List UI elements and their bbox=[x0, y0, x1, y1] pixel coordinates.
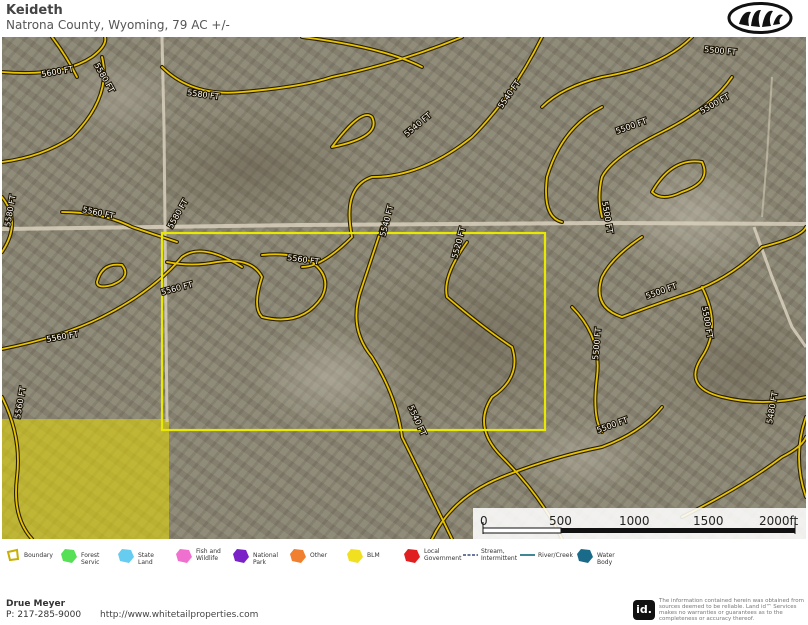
legend-item-blm: BLM bbox=[346, 548, 380, 568]
contour-elevation-label: 5540 FT bbox=[496, 78, 522, 110]
legend-item-river-creek: River/Creek bbox=[520, 548, 573, 568]
stream-intermittent-icon bbox=[463, 554, 478, 556]
contour-elevation-label: 5560 FT bbox=[46, 329, 79, 343]
contour-elevation-label: 5600 FT bbox=[41, 64, 74, 78]
legend-label: Local Government bbox=[424, 548, 462, 562]
legend-item-boundary: Boundary bbox=[6, 548, 53, 568]
contour-elevation-label: 5560 FT bbox=[287, 253, 320, 266]
scale-tick-label: 1500 bbox=[693, 514, 724, 528]
legend-item-state-land: State Land bbox=[117, 548, 154, 568]
contour-elevation-label: 5540 FT bbox=[403, 111, 434, 139]
map-overlay: 5600 FT 5580 FT5580 FT 5540 FT5540 FT5500 … bbox=[2, 37, 806, 539]
land-id-logo-icon: id. bbox=[633, 600, 655, 620]
national-park-icon bbox=[233, 549, 249, 563]
other-icon bbox=[290, 549, 306, 563]
legend-label: Boundary bbox=[24, 552, 53, 559]
contour-elevation-label: 5560 FT bbox=[82, 205, 116, 221]
scale-bar: 0 500 1000 1500 2000ft bbox=[473, 508, 806, 539]
contour-elevation-label: 5560 FT bbox=[13, 386, 27, 419]
disclaimer-text: The information contained herein was obt… bbox=[659, 598, 804, 622]
contour-elevation-label: 5500 FT bbox=[615, 116, 648, 136]
legend-item-other: Other bbox=[289, 548, 327, 568]
contour-elevation-label: 5500 FT bbox=[591, 327, 603, 360]
page-subtitle: Natrona County, Wyoming, 79 AC +/- bbox=[6, 18, 230, 32]
whitetail-logo-icon bbox=[727, 2, 793, 34]
contour-elevation-label: 5540 FT bbox=[406, 404, 428, 437]
map-legend: Boundary Forest Servic State Land Fish a… bbox=[0, 542, 808, 570]
contour-elevation-label: 5500 FT bbox=[704, 45, 737, 57]
legend-item-water-body: Water Body bbox=[576, 548, 615, 568]
header: Keideth Natrona County, Wyoming, 79 AC +… bbox=[0, 0, 808, 37]
fish-wildlife-icon bbox=[176, 549, 192, 563]
road-northeast bbox=[761, 76, 773, 218]
legend-label: Other bbox=[310, 552, 328, 559]
boundary-icon bbox=[6, 548, 20, 562]
water-body-icon bbox=[577, 549, 593, 563]
agent-phone: P: 217-285-9000 bbox=[6, 610, 82, 620]
map-view[interactable]: 5600 FT 5580 FT 5580 FT 5540 FT 5540 FT 5500 … bbox=[2, 37, 806, 539]
legend-item-national-park: National Park bbox=[232, 548, 278, 568]
legend-item-fish-wildlife: Fish and Wildlife bbox=[175, 548, 221, 568]
legend-item-stream-intermittent: Stream, Intermittent bbox=[463, 548, 517, 568]
legend-label: National Park bbox=[253, 552, 279, 566]
legend-item-local-government: Local Government bbox=[403, 548, 461, 568]
agent-name: Drue Meyer bbox=[6, 599, 66, 609]
scale-tick-label: 2000ft bbox=[759, 514, 799, 528]
scale-tick-label: 500 bbox=[549, 514, 572, 528]
local-government-icon bbox=[404, 549, 420, 563]
legend-item-forest-service: Forest Servic bbox=[60, 548, 99, 568]
contour-elevation-label: 5480 FT bbox=[765, 391, 779, 424]
blm-icon bbox=[347, 549, 363, 563]
legend-label: Stream, Intermittent bbox=[481, 548, 518, 562]
contour-labels: 5600 FT 5580 FT5580 FT 5540 FT5540 FT5500 … bbox=[2, 44, 781, 438]
legend-label: Fish and Wildlife bbox=[196, 548, 221, 562]
page-title: Keideth bbox=[6, 3, 63, 18]
forest-service-icon bbox=[61, 549, 77, 563]
legend-label: BLM bbox=[367, 552, 380, 559]
contour-elevation-label: 5500 FT bbox=[596, 415, 629, 435]
state-land-icon bbox=[118, 549, 134, 563]
scale-tick-label: 0 bbox=[480, 514, 488, 528]
legend-label: River/Creek bbox=[538, 552, 573, 559]
scale-tick-label: 1000 bbox=[619, 514, 650, 528]
legend-label: Water Body bbox=[597, 552, 615, 566]
river-creek-icon bbox=[520, 554, 535, 556]
blm-area bbox=[2, 419, 169, 539]
website-link[interactable]: http://www.whitetailproperties.com bbox=[100, 610, 258, 620]
legend-label: Forest Servic bbox=[81, 552, 100, 566]
legend-label: State Land bbox=[138, 552, 154, 566]
